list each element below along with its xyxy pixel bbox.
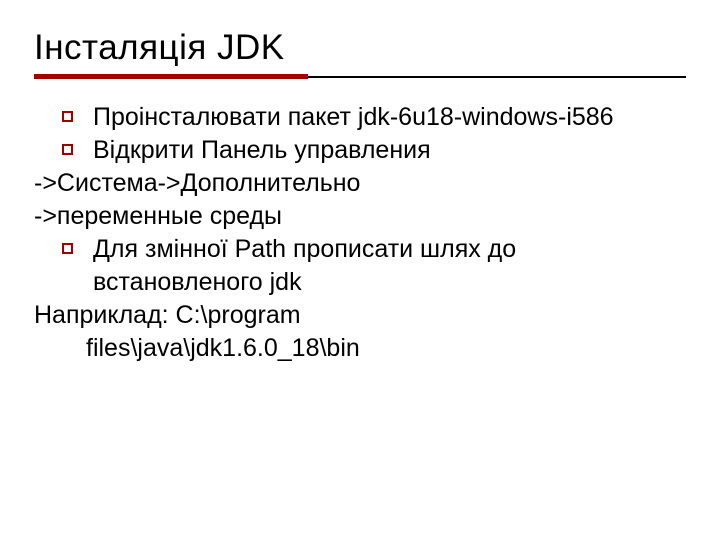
slide: Інсталяція JDK Проінсталювати пакет jdk-… [0,0,720,540]
example-line: Наприклад: C:\program [34,299,686,332]
list-item-text: Проінсталювати пакет jdk-6u18-windows-i5… [93,101,686,134]
list-item: Для змінної Path прописати шлях до встан… [34,233,686,299]
square-bullet-icon [62,144,73,155]
list-item: Відкрити Панель управления [34,134,686,167]
list-item-text: Відкрити Панель управления [93,134,686,167]
square-bullet-icon [62,243,73,254]
example-path: files\java\jdk1.6.0_18\bin [86,332,686,365]
underline-black [308,76,686,78]
title-underline [34,74,686,79]
list-item: Проінсталювати пакет jdk-6u18-windows-i5… [34,101,686,134]
content-body: Проінсталювати пакет jdk-6u18-windows-i5… [34,101,686,365]
title-block: Інсталяція JDK [34,28,686,79]
body-line: ->Система->Дополнительно [34,167,686,200]
slide-title: Інсталяція JDK [34,28,686,68]
underline-red [34,74,308,79]
body-line: ->переменные среды [34,200,686,233]
square-bullet-icon [62,111,73,122]
list-item-text: Для змінної Path прописати шлях до встан… [93,233,686,299]
